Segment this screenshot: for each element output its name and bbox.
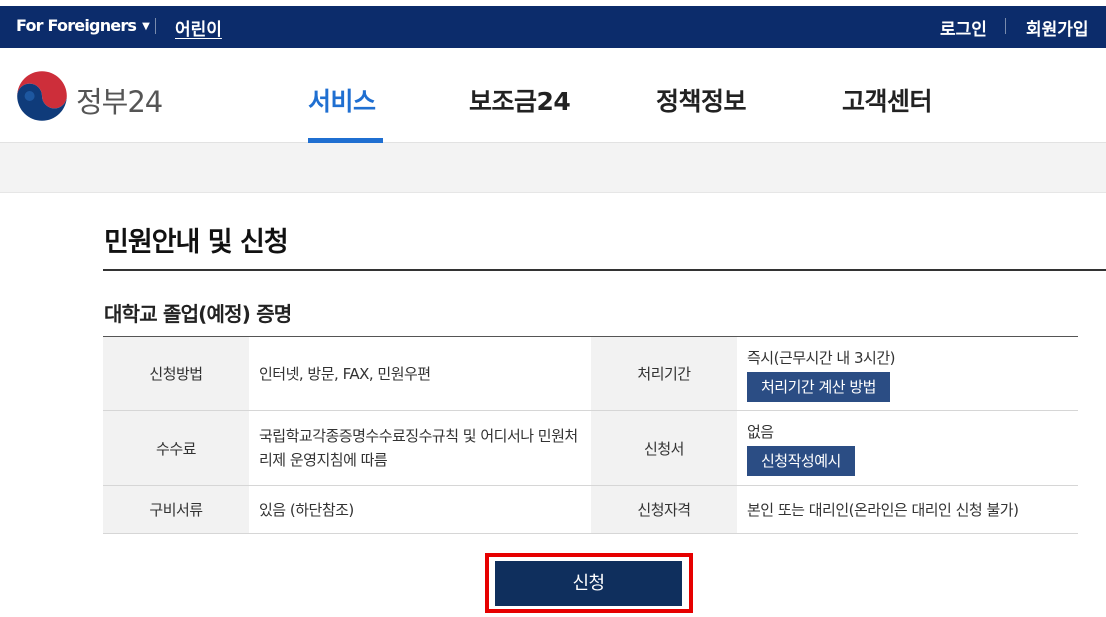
apply-button[interactable]: 신청 [495, 561, 682, 606]
language-selector[interactable]: For Foreigners ▼ [16, 16, 149, 35]
divider [155, 18, 156, 34]
sub-header-band [0, 143, 1106, 193]
taegeuk-logo-icon [16, 70, 68, 122]
utility-bar: For Foreigners ▼ 어린이 로그인 회원가입 [0, 6, 1106, 48]
kids-link[interactable]: 어린이 [175, 15, 222, 40]
processing-time-value: 즉시(근무시간 내 3시간) [747, 346, 1068, 370]
row-label: 처리기간 [591, 337, 737, 411]
row-label: 신청자격 [591, 486, 737, 534]
nav-item-policy-info[interactable]: 정책정보 [656, 82, 746, 118]
row-value-cell: 즉시(근무시간 내 3시간) 처리기간 계산 방법 [737, 337, 1078, 411]
language-label: For Foreigners [16, 16, 136, 35]
application-form-value: 없음 [747, 420, 1068, 444]
processing-time-calc-button[interactable]: 처리기간 계산 방법 [747, 372, 890, 402]
table-row: 수수료 국립학교각종증명수수료징수규칙 및 어디서나 민원처리제 운영지침에 따… [103, 411, 1078, 486]
row-value: 인터넷, 방문, FAX, 민원우편 [249, 337, 591, 411]
table-row: 구비서류 있음 (하단참조) 신청자격 본인 또는 대리인(온라인은 대리인 신… [103, 486, 1078, 534]
join-link[interactable]: 회원가입 [1026, 15, 1089, 40]
section-title: 대학교 졸업(예정) 증명 [104, 298, 291, 327]
application-example-button[interactable]: 신청작성예시 [747, 446, 855, 476]
logo-text: 정부24 [76, 79, 162, 121]
row-label: 구비서류 [103, 486, 249, 534]
row-value: 있음 (하단참조) [249, 486, 591, 534]
main-header: 정부24 서비스 보조금24 정책정보 고객센터 [0, 48, 1106, 143]
nav-item-services[interactable]: 서비스 [308, 82, 376, 118]
title-divider [103, 269, 1106, 271]
nav-item-subsidy24[interactable]: 보조금24 [469, 82, 570, 118]
row-label: 신청서 [591, 411, 737, 486]
divider [1005, 18, 1006, 34]
row-value: 국립학교각종증명수수료징수규칙 및 어디서나 민원처리제 운영지침에 따름 [249, 411, 591, 486]
table-row: 신청방법 인터넷, 방문, FAX, 민원우편 처리기간 즉시(근무시간 내 3… [103, 337, 1078, 411]
nav-item-customer-center[interactable]: 고객센터 [842, 82, 932, 118]
row-label: 수수료 [103, 411, 249, 486]
login-link[interactable]: 로그인 [940, 15, 987, 40]
service-info-table: 신청방법 인터넷, 방문, FAX, 민원우편 처리기간 즉시(근무시간 내 3… [103, 336, 1078, 534]
row-value-cell: 없음 신청작성예시 [737, 411, 1078, 486]
row-label: 신청방법 [103, 337, 249, 411]
row-value: 본인 또는 대리인(온라인은 대리인 신청 불가) [737, 486, 1078, 534]
page-title: 민원안내 및 신청 [104, 220, 288, 259]
caret-down-icon: ▼ [142, 21, 149, 32]
gov24-logo[interactable]: 정부24 [16, 70, 176, 122]
